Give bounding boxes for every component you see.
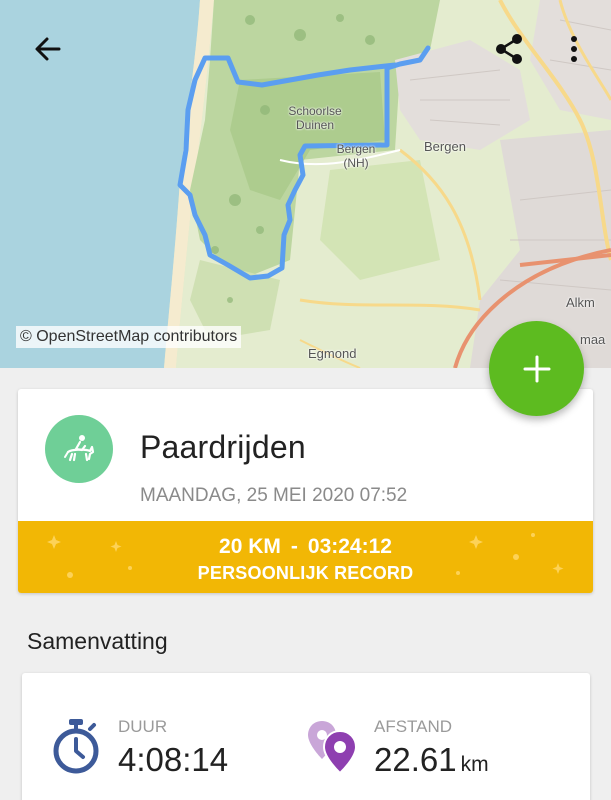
sport-avatar: [45, 415, 113, 483]
distance-label: AFSTAND: [374, 717, 453, 736]
map-attribution: © OpenStreetMap contributors: [16, 326, 242, 348]
activity-date: MAANDAG, 25 MEI 2020 07:52: [140, 485, 408, 506]
record-distance: 20 KM: [219, 535, 281, 558]
more-vertical-icon: [571, 36, 577, 62]
duration-label: DUUR: [118, 717, 168, 736]
distance-value-group: 22.61 km: [374, 741, 489, 779]
map-label-bergen-nh: Bergen (NH): [336, 142, 376, 170]
distance-value: 22.61: [374, 741, 457, 778]
back-button[interactable]: [26, 27, 70, 71]
map-label-alkmaar-2: maa: [580, 332, 606, 347]
map-label-bergen: Bergen: [424, 139, 466, 154]
distance-unit: km: [460, 753, 489, 776]
map-label-alkmaar: Alkm: [566, 295, 595, 310]
personal-record-banner: 20 KM -03:24:12 PERSOONLIJK RECORD: [18, 521, 593, 593]
add-button[interactable]: [489, 321, 584, 416]
stopwatch-icon: [53, 719, 99, 774]
activity-title: Paardrijden: [140, 429, 306, 465]
location-pins-icon: [308, 721, 358, 775]
share-icon: [496, 34, 522, 64]
share-button[interactable]: [487, 27, 531, 71]
arrow-left-icon: [35, 37, 61, 61]
route-map[interactable]: Schoorlse Duinen Bergen (NH) Bergen Egmo…: [0, 0, 611, 368]
map-label-egmond: Egmond: [308, 346, 357, 361]
duration-value: 4:08:14: [118, 741, 229, 778]
activity-card[interactable]: Paardrijden MAANDAG, 25 MEI 2020 07:52 2…: [18, 389, 593, 593]
map-label-schoorlse-duinen: Schoorlse Duinen: [288, 104, 342, 132]
horse-riding-icon: [64, 435, 95, 462]
record-label: PERSOONLIJK RECORD: [197, 563, 414, 583]
summary-card: DUUR 4:08:14 AFSTAND 22.61 km: [22, 673, 590, 800]
record-time: 03:24:12: [307, 535, 392, 558]
record-value: 20 KM -03:24:12: [18, 535, 593, 559]
more-options-button[interactable]: [552, 27, 596, 71]
record-separator: -: [290, 535, 298, 558]
summary-heading: Samenvatting: [27, 628, 168, 654]
plus-icon: [523, 355, 550, 382]
